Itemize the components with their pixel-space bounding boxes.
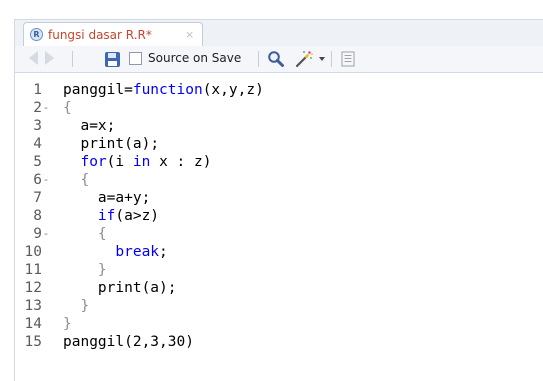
source-tab-bar: R fungsi dasar R.R* ×	[14, 19, 543, 47]
chevron-down-icon[interactable]	[319, 57, 325, 61]
line-number: 6	[33, 172, 42, 188]
code-token: (a);	[141, 280, 177, 296]
code-token: print	[97, 280, 142, 296]
fold-toggle-icon[interactable]: -	[44, 225, 48, 243]
code-text: {	[63, 225, 107, 243]
line-number: 5	[33, 154, 42, 170]
code-text: }	[63, 261, 107, 279]
tab-fungsi-dasar[interactable]: R fungsi dasar R.R* ×	[23, 22, 203, 47]
line-number: 11	[24, 262, 42, 278]
code-token: {	[63, 100, 72, 116]
code-token: ;	[159, 244, 168, 260]
fold-toggle-icon[interactable]: -	[44, 171, 48, 189]
editor-toolbar: Source on Save	[14, 46, 543, 73]
line-number: 4	[33, 136, 42, 152]
back-arrow-icon[interactable]	[29, 51, 38, 65]
code-token: function	[132, 82, 203, 98]
code-text: }	[63, 297, 89, 315]
source-on-save-checkbox[interactable]	[129, 52, 142, 65]
code-token: (x,y,z)	[202, 82, 264, 98]
line-number: 8	[33, 208, 42, 224]
line-number: 7	[33, 190, 42, 206]
code-text: }	[63, 315, 72, 333]
code-token: }	[63, 316, 72, 332]
code-text: if(a>z)	[63, 207, 159, 225]
tab-label: fungsi dasar R.R*	[48, 28, 152, 42]
code-token: }	[97, 262, 107, 278]
code-token: for	[80, 154, 107, 170]
fold-toggle-icon[interactable]: -	[44, 99, 48, 117]
code-token: {	[80, 172, 90, 188]
toolbar-separator	[72, 51, 73, 67]
code-token: a=a+y;	[97, 190, 151, 206]
code-text: print(a);	[63, 279, 177, 297]
code-token: panggil=	[63, 82, 133, 98]
code-token: (a>z)	[115, 208, 160, 224]
toolbar-separator	[331, 51, 332, 67]
forward-arrow-icon[interactable]	[45, 51, 54, 65]
code-text: a=a+y;	[63, 189, 150, 207]
code-token: break	[115, 244, 160, 260]
search-icon[interactable]	[267, 50, 285, 68]
code-text: {	[63, 171, 89, 189]
magic-wand-icon[interactable]	[294, 49, 314, 69]
code-token: {	[97, 226, 107, 242]
window-top-margin	[0, 0, 543, 19]
code-editor[interactable]: 1 panggil=function(x,y,z) 2-{3 a=x; 4 print…	[14, 73, 543, 381]
r-file-icon: R	[30, 28, 43, 41]
code-text: a=x;	[63, 117, 115, 135]
code-token: in	[132, 154, 151, 170]
line-number: 12	[24, 280, 42, 296]
code-token: }	[80, 298, 90, 314]
code-text: panggil(2,3,30)	[63, 333, 194, 351]
line-number: 1	[33, 82, 42, 98]
close-icon[interactable]: ×	[185, 28, 194, 41]
code-token: (a);	[124, 136, 160, 152]
code-token: if	[97, 208, 116, 224]
toolbar-separator	[258, 51, 259, 67]
code-text: panggil=function(x,y,z)	[63, 81, 264, 99]
code-text: for(i in x : z)	[63, 153, 211, 171]
line-number: 3	[33, 118, 42, 134]
line-number: 2	[33, 100, 42, 116]
line-number: 14	[24, 316, 42, 332]
source-on-save-label[interactable]: Source on Save	[148, 51, 241, 65]
line-number: 13	[24, 298, 42, 314]
code-token: panggil(2,3,30)	[63, 334, 194, 350]
code-text: print(a);	[63, 135, 159, 153]
line-number: 10	[24, 244, 42, 260]
code-token: print	[80, 136, 125, 152]
code-token: a=x;	[80, 118, 116, 134]
line-number: 9	[33, 226, 42, 242]
save-icon[interactable]	[105, 52, 120, 67]
line-number: 15	[24, 334, 42, 350]
code-token: x : z)	[150, 154, 212, 170]
compile-report-icon[interactable]	[341, 51, 355, 67]
code-token: (i	[106, 154, 133, 170]
code-text: break;	[63, 243, 168, 261]
code-text: {	[63, 99, 72, 117]
